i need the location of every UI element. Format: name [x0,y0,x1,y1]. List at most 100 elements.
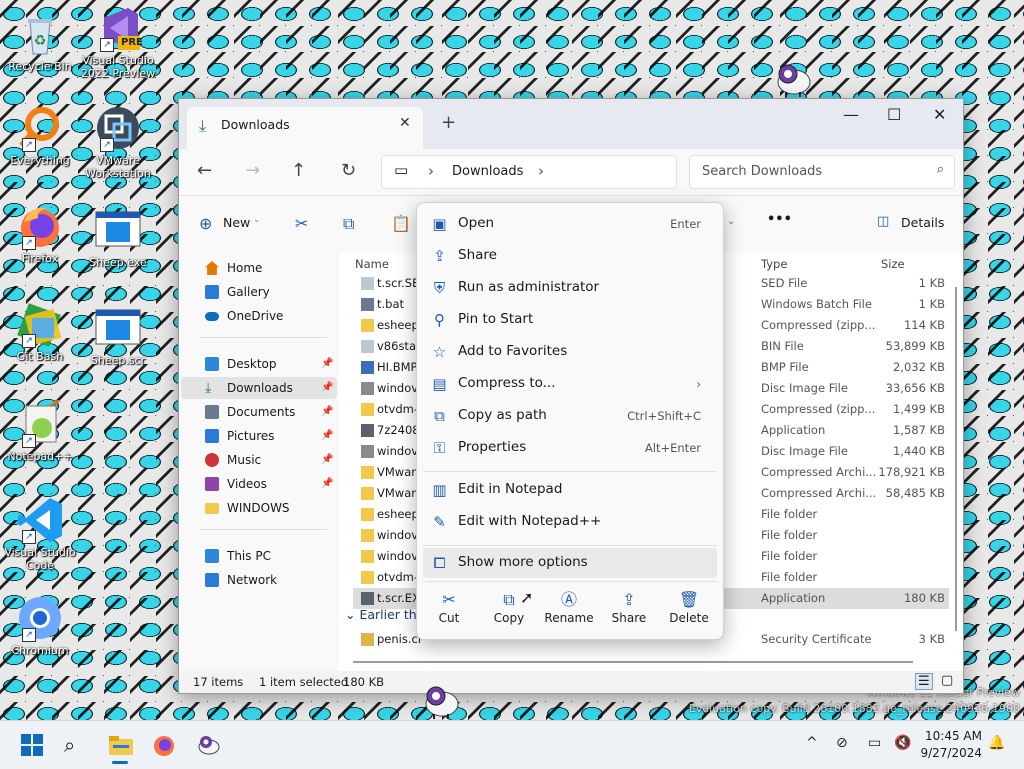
taskbar-search-icon[interactable]: ⌕ [64,733,88,757]
menu-item-share[interactable]: ⇪ Share [423,241,717,271]
desktop-icon-vscode[interactable]: ↗ Visual Studio Code [0,496,82,572]
forward-arrow-icon[interactable]: → [245,160,260,181]
sheep-pet-icon[interactable] [772,60,812,98]
pin-icon[interactable]: 📌 [321,377,333,399]
details-button-label[interactable]: Details [901,215,944,230]
breadcrumb-chevron[interactable]: › [538,162,544,180]
search-box[interactable]: Search Downloads ⌕ [689,155,955,189]
maximize-button[interactable]: ☐ [887,105,901,124]
menu-item-add-to-favorites[interactable]: ☆ Add to Favorites [423,337,717,367]
chromium-icon: ↗ [16,594,64,642]
menu-item-show-more-options[interactable]: ⧠ Show more options [423,548,717,578]
column-header-type[interactable]: Type [761,257,787,271]
desktop-icon-everything[interactable]: ↗ Everything [0,104,82,167]
desktop-icon-git-bash[interactable]: ↗ Git Bash [0,300,82,363]
menu-item-compress-to[interactable]: ▤ Compress to... › [423,369,717,399]
menu-item-open[interactable]: ▣ Open Enter [423,209,717,239]
pin-icon[interactable]: 📌 [321,353,333,375]
menu-item-pin-to-start[interactable]: ⚲ Pin to Start [423,305,717,335]
sort-chevron-icon[interactable]: ⌄ [727,216,735,227]
nav-item-documents[interactable]: Documents 📌 [181,401,337,423]
refresh-icon[interactable]: ↻ [341,160,356,181]
desktop-icon-visual-studio[interactable]: PRE ↗ Visual Studio 2022 Preview [76,4,160,80]
quick-action-delete[interactable]: 🗑 Delete [661,589,717,633]
scrollbar-thumb[interactable] [353,661,913,663]
more-options-icon[interactable]: ••• [767,212,792,227]
pin-icon[interactable]: 📌 [321,401,333,423]
quick-action-share[interactable]: ⇪ Share [601,589,657,633]
desktop-icon-recycle-bin[interactable]: ♻ Recycle Bin [0,10,82,73]
desktop-icon-vmware[interactable]: ↗ VMware Workstation [76,104,160,180]
taskbar-sheep-icon[interactable] [196,733,220,757]
nav-item-videos[interactable]: Videos 📌 [181,473,337,495]
copy-icon[interactable]: ⧉ [343,214,354,234]
menu-item-properties[interactable]: ⚿ Properties Alt+Enter [423,433,717,463]
chevron-down-icon: ⌄ [253,215,261,225]
new-tab-button[interactable]: + [441,112,456,133]
pin-icon[interactable]: 📌 [321,473,333,495]
file-doc-icon [361,277,374,290]
nav-item-this-pc[interactable]: This PC [181,545,337,567]
menu-icon: ⧉ [434,407,445,425]
horizontal-scrollbar[interactable] [353,659,913,665]
tab-downloads[interactable]: ⤓ Downloads ✕ [187,107,423,149]
notification-bell-icon[interactable]: 🔔 [988,735,1005,751]
paste-icon[interactable]: 📋 [391,214,411,233]
nav-item-gallery[interactable]: Gallery [181,281,337,303]
column-header-name[interactable]: Name [355,257,389,271]
menu-item-edit-in-notepad[interactable]: ▥ Edit in Notepad [423,475,717,505]
close-window-button[interactable]: ✕ [933,105,946,124]
nav-item-desktop[interactable]: Desktop 📌 [181,353,337,375]
details-pane-icon[interactable]: ◫ [877,214,889,229]
tiles-view-icon[interactable]: ▢ [941,673,953,688]
watermark-line2: Evaluation copy. Build 26100.1882.ge_rel… [688,702,1020,715]
column-header-size[interactable]: Size [881,257,905,271]
pin-icon[interactable]: 📌 [321,425,333,447]
new-plus-icon[interactable]: ⊕ [199,214,212,233]
back-arrow-icon[interactable]: ← [197,160,212,181]
nav-item-pictures[interactable]: Pictures 📌 [181,425,337,447]
display-icon[interactable]: ▭ [868,735,881,751]
up-arrow-icon[interactable]: ↑ [291,160,306,181]
vertical-scrollbar[interactable] [955,287,957,631]
start-button[interactable] [20,733,44,757]
menu-item-run-as-administrator[interactable]: ⛨ Run as administrator [423,273,717,303]
nav-item-music[interactable]: Music 📌 [181,449,337,471]
menu-item-copy-as-path[interactable]: ⧉ Copy as path Ctrl+Shift+C [423,401,717,431]
nav-item-home[interactable]: Home [181,257,337,279]
quick-action-cut[interactable]: ✂ Cut [421,589,477,633]
desktop-icon-chromium[interactable]: ↗ Chromium [0,594,82,657]
file-size: 53,899 KB [885,339,945,353]
network-disconnected-icon[interactable]: ⊘ [836,735,848,751]
menu-item-edit-with-notepad[interactable]: ✎ Edit with Notepad++ [423,507,717,537]
new-button-label[interactable]: New [223,215,250,230]
file-app-icon [361,424,374,437]
pin-icon[interactable]: 📌 [321,449,333,471]
desktop-icon-sheep-exe[interactable]: Sheep.exe [76,206,160,269]
nav-item-onedrive[interactable]: OneDrive [181,305,337,327]
file-zip-icon [361,319,374,332]
nav-item-network[interactable]: Network [181,569,337,591]
details-view-icon[interactable]: ☰ [915,673,933,690]
breadcrumb-downloads[interactable]: Downloads [452,164,523,179]
taskbar-file-explorer-icon[interactable] [108,733,133,764]
file-type: Disc Image File [761,381,848,395]
nav-item-windows[interactable]: WINDOWS [181,497,337,519]
tab-close-icon[interactable]: ✕ [399,115,411,131]
desktop-icon-notepad-plus-plus[interactable]: ↗ Notepad++ [0,398,82,463]
sheep-pet-icon[interactable] [420,682,460,720]
desktop-icon-firefox[interactable]: ↗ Firefox [0,202,82,265]
vmware-icon: ↗ [94,104,142,152]
clock-time: 10:45 AM [925,729,982,743]
desktop-icon-sheep-scr[interactable]: Sheep.scr [76,304,160,367]
quick-action-rename[interactable]: Ⓐ Rename [541,589,597,633]
address-bar[interactable]: ▭ › Downloads › [381,155,677,189]
tray-chevron-icon[interactable]: ^ [806,735,818,751]
group-header-earlier[interactable]: ⌄ Earlier th [345,607,417,622]
minimize-button[interactable]: — [843,105,859,124]
clock[interactable]: 10:45 AM 9/27/2024 [920,728,982,762]
nav-item-downloads[interactable]: ⤓ Downloads 📌 [181,377,337,399]
taskbar-firefox-icon[interactable] [152,733,176,757]
volume-muted-icon[interactable]: 🔇 [894,735,911,751]
cut-icon[interactable]: ✂ [295,214,308,233]
